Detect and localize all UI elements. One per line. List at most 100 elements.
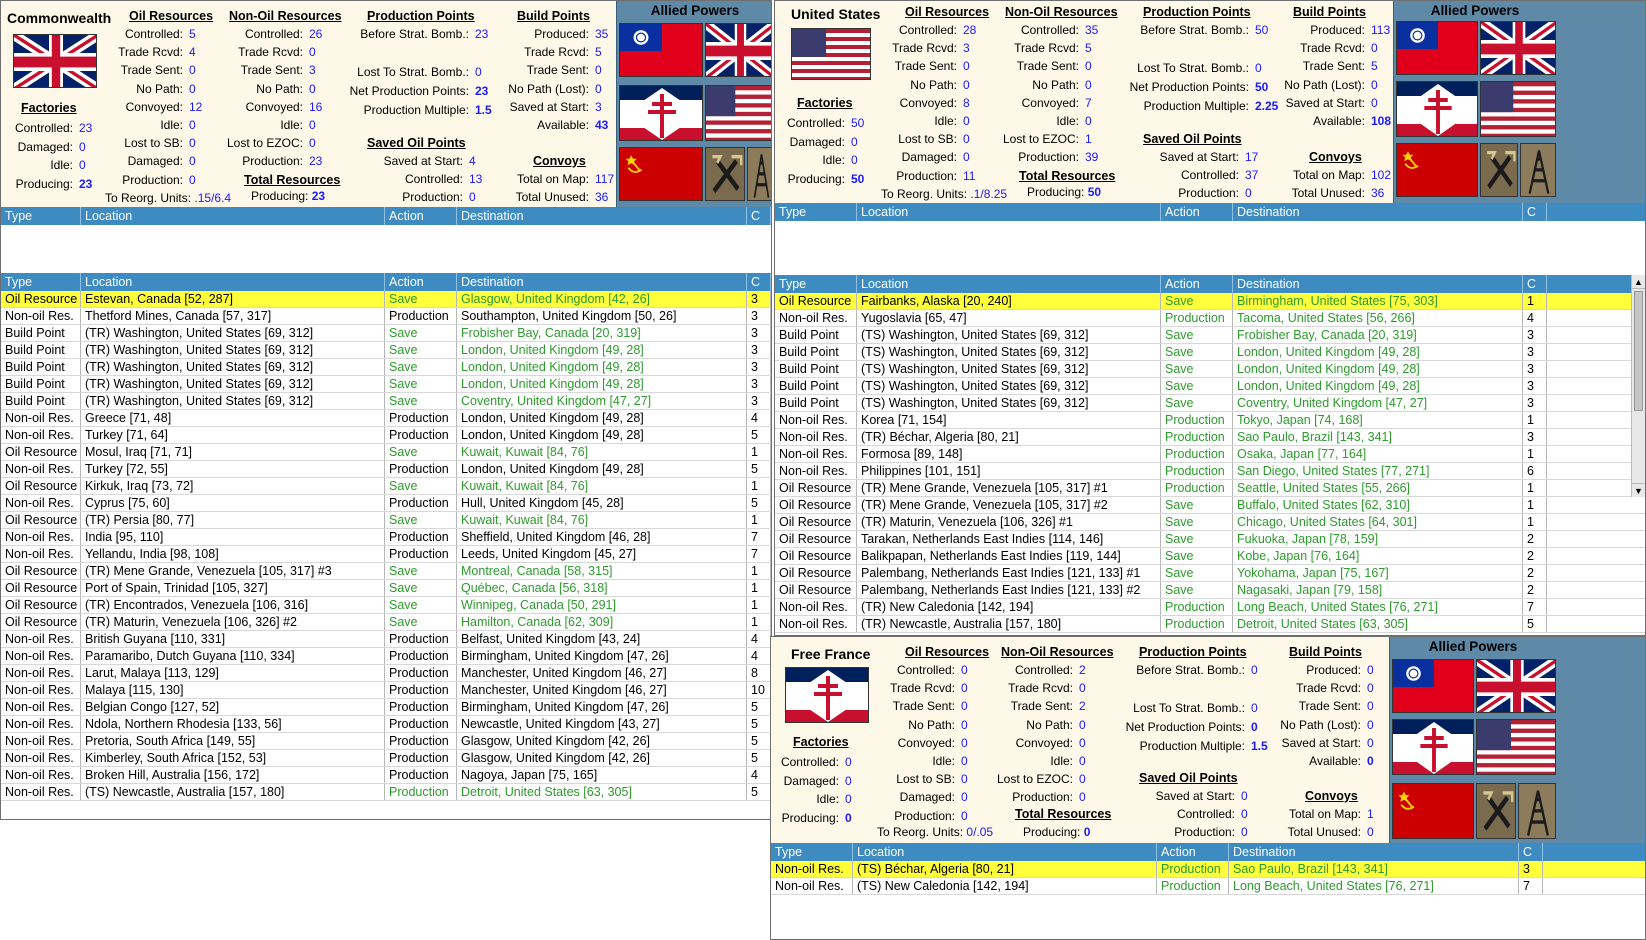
column-header-location[interactable]: Location (853, 843, 1157, 861)
table-row[interactable]: Non-oil Res. Turkey [71, 64] Production Lon… (1, 427, 771, 444)
table-row[interactable]: Oil Resource Fairbanks, Alaska [20, 240] S… (775, 293, 1645, 310)
column-header-c[interactable]: C (747, 207, 771, 225)
cell-destination: Kobe, Japan [76, 164] (1233, 548, 1523, 564)
column-header-action[interactable]: Action (1157, 843, 1229, 861)
column-header-destination[interactable]: Destination (1233, 275, 1523, 293)
column-header-c[interactable]: C (1519, 843, 1543, 861)
stat-row: Idle: 0 (771, 790, 867, 809)
column-header-location[interactable]: Location (857, 275, 1161, 293)
table-row[interactable]: Non-oil Res. Malaya [115, 130] Production M… (1, 682, 771, 699)
stat-label: Total on Map: (1292, 168, 1365, 182)
vertical-scrollbar[interactable]: ▲ ▼ (1631, 275, 1645, 497)
table-row[interactable]: Non-oil Res. Larut, Malaya [113, 129] Prod… (1, 665, 771, 682)
table-row[interactable]: Build Point (TR) Washington, United State… (1, 393, 771, 410)
table-row[interactable]: Non-oil Res. British Guyana [110, 331] Pro… (1, 631, 771, 648)
column-header-type[interactable]: Type (775, 203, 857, 221)
table-row[interactable]: Non-oil Res. (TR) New Caledonia [142, 194… (775, 599, 1645, 616)
column-header-type[interactable]: Type (1, 273, 81, 291)
table-row[interactable]: Oil Resource Balikpapan, Netherlands East… (775, 548, 1645, 565)
column-header-action[interactable]: Action (1161, 275, 1233, 293)
table-row[interactable]: Non-oil Res. Belgian Congo [127, 52] Produ… (1, 699, 771, 716)
stat-row: Trade Sent: 2 (983, 697, 1101, 715)
production-points-section: Before Strat. Bomb.: 23 Lost To Strat. Bom… (341, 25, 501, 120)
column-header-destination[interactable]: Destination (457, 273, 747, 291)
table-row[interactable]: Oil Resource Mosul, Iraq [71, 71] Save Kuwa… (1, 444, 771, 461)
cell-count: 4 (747, 410, 771, 426)
table-row[interactable]: Non-oil Res. Paramaribo, Dutch Guyana [11… (1, 648, 771, 665)
table-row[interactable]: Oil Resource (TR) Persia [80, 77] Save Kuwa… (1, 512, 771, 529)
column-header-c[interactable]: C (1523, 275, 1547, 293)
table-row[interactable]: Oil Resource Palembang, Netherlands East … (775, 582, 1645, 599)
table-row[interactable]: Non-oil Res. Ndola, Northern Rhodesia [13… (1, 716, 771, 733)
cell-destination: Kuwait, Kuwait [84, 76] (457, 478, 747, 494)
table-row[interactable]: Oil Resource Kirkuk, Iraq [73, 72] Save Kuw… (1, 478, 771, 495)
table-row[interactable]: Oil Resource Port of Spain, Trinidad [105… (1, 580, 771, 597)
column-header-destination[interactable]: Destination (1233, 203, 1523, 221)
cell-destination: Sao Paulo, Brazil [143, 341] (1229, 861, 1519, 877)
table-row[interactable]: Build Point (TR) Washington, United State… (1, 359, 771, 376)
table-row[interactable]: Non-oil Res. Thetford Mines, Canada [57, … (1, 308, 771, 325)
column-header-action[interactable]: Action (385, 273, 457, 291)
column-header-location[interactable]: Location (81, 207, 385, 225)
column-header-destination[interactable]: Destination (1229, 843, 1519, 861)
table-row[interactable]: Build Point (TS) Washington, United State… (775, 327, 1645, 344)
cell-location: (TR) Mene Grande, Venezuela [105, 317] #… (857, 480, 1161, 496)
table-row[interactable]: Build Point (TS) Washington, United State… (775, 361, 1645, 378)
table-row[interactable]: Non-oil Res. (TS) Newcastle, Australia [1… (1, 784, 771, 801)
column-header-type[interactable]: Type (775, 275, 857, 293)
table-row[interactable]: Non-oil Res. Yellandu, India [98, 108] Pro… (1, 546, 771, 563)
table-row[interactable]: Non-oil Res. Yugoslavia [65, 47] Productio… (775, 310, 1645, 327)
scroll-down-icon[interactable]: ▼ (1632, 483, 1645, 497)
table-row[interactable]: Build Point (TR) Washington, United State… (1, 342, 771, 359)
table-row[interactable]: Non-oil Res. (TS) New Caledonia [142, 194… (771, 878, 1645, 895)
commonwealth-header: Commonwealth Factories Controlled: 23 Dama… (1, 1, 771, 207)
table-row[interactable]: Oil Resource (TR) Mene Grande, Venezuela … (775, 497, 1645, 514)
table-row[interactable]: Build Point (TR) Washington, United State… (1, 325, 771, 342)
column-header-location[interactable]: Location (857, 203, 1161, 221)
cell-count: 3 (1523, 378, 1547, 394)
stat-row: Trade Rcvd: 0 (873, 679, 983, 697)
column-header-location[interactable]: Location (81, 273, 385, 291)
table-row[interactable]: Oil Resource (TR) Maturin, Venezuela [106… (1, 614, 771, 631)
column-header-c[interactable]: C (747, 273, 771, 291)
table-row[interactable]: Non-oil Res. Greece [71, 48] Production Lon… (1, 410, 771, 427)
table-row[interactable]: Oil Resource (TR) Encontrados, Venezuela … (1, 597, 771, 614)
table-row[interactable]: Oil Resource Estevan, Canada [52, 287] Sav… (1, 291, 771, 308)
table-row[interactable]: Non-oil Res. Korea [71, 154] Production Tok… (775, 412, 1645, 429)
table-row[interactable]: Non-oil Res. (TS) Béchar, Algeria [80, 21… (771, 861, 1645, 878)
table-row[interactable]: Non-oil Res. India [95, 110] Production She… (1, 529, 771, 546)
table-row[interactable]: Non-oil Res. Cyprus [75, 60] Production Hul… (1, 495, 771, 512)
non-oil-resources-title: Non-Oil Resources (1001, 645, 1114, 659)
column-header-type[interactable]: Type (771, 843, 853, 861)
table-row[interactable]: Build Point (TR) Washington, United State… (1, 376, 771, 393)
column-header-destination[interactable]: Destination (457, 207, 747, 225)
scroll-thumb[interactable] (1634, 291, 1643, 411)
stat-row: Before Strat. Bomb.: 50 (1115, 21, 1281, 40)
cell-count: 1 (747, 597, 771, 613)
column-header-action[interactable]: Action (385, 207, 457, 225)
table-row[interactable]: Oil Resource Palembang, Netherlands East … (775, 565, 1645, 582)
table-row[interactable]: Non-oil Res. Kimberley, South Africa [152… (1, 750, 771, 767)
table-row[interactable]: Non-oil Res. Broken Hill, Australia [156,… (1, 767, 771, 784)
table-row[interactable]: Oil Resource (TR) Maturin, Venezuela [106… (775, 514, 1645, 531)
cell-action: Production (1161, 616, 1233, 632)
table-row[interactable]: Non-oil Res. (TR) Béchar, Algeria [80, 21… (775, 429, 1645, 446)
table-row[interactable]: Non-oil Res. Turkey [72, 55] Production Lon… (1, 461, 771, 478)
scroll-up-icon[interactable]: ▲ (1632, 275, 1645, 289)
table-row[interactable]: Non-oil Res. Philippines [101, 151] Produc… (775, 463, 1645, 480)
table-row[interactable]: Build Point (TS) Washington, United State… (775, 378, 1645, 395)
column-header-c[interactable]: C (1523, 203, 1547, 221)
stat-label: Production: (402, 190, 463, 204)
table-row[interactable]: Non-oil Res. (TR) Newcastle, Australia [1… (775, 616, 1645, 633)
table-row[interactable]: Oil Resource Tarakan, Netherlands East In… (775, 531, 1645, 548)
table-row[interactable]: Oil Resource (TR) Mene Grande, Venezuela … (1, 563, 771, 580)
table-row[interactable]: Non-oil Res. Formosa [89, 148] Production O… (775, 446, 1645, 463)
column-header-type[interactable]: Type (1, 207, 81, 225)
table-row[interactable]: Build Point (TS) Washington, United State… (775, 344, 1645, 361)
cell-destination: Coventry, United Kingdom [47, 27] (457, 393, 747, 409)
cell-destination: Kuwait, Kuwait [84, 76] (457, 512, 747, 528)
table-row[interactable]: Oil Resource (TR) Mene Grande, Venezuela … (775, 480, 1645, 497)
column-header-action[interactable]: Action (1161, 203, 1233, 221)
table-row[interactable]: Non-oil Res. Pretoria, South Africa [149,… (1, 733, 771, 750)
table-row[interactable]: Build Point (TS) Washington, United State… (775, 395, 1645, 412)
